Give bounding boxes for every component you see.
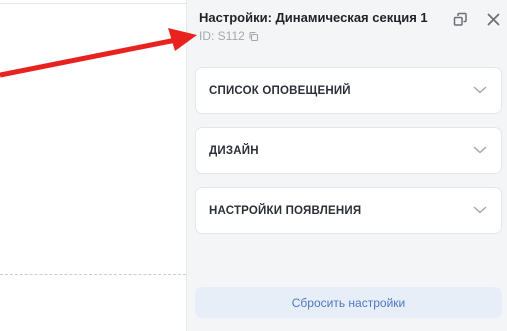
popout-icon xyxy=(453,12,467,26)
section-label: СПИСОК ОПОВЕЩЕНИЙ xyxy=(209,85,351,97)
section-appearance-settings[interactable]: НАСТРОЙКИ ПОЯВЛЕНИЯ xyxy=(195,187,502,234)
section-notification-list[interactable]: СПИСОК ОПОВЕЩЕНИЙ xyxy=(195,67,502,114)
settings-panel: Настройки: Динамическая секция 1 ID: S11… xyxy=(186,0,507,331)
canvas-dashed-guide xyxy=(0,274,186,275)
panel-header: Настройки: Динамическая секция 1 ID: S11… xyxy=(187,0,507,56)
section-label: НАСТРОЙКИ ПОЯВЛЕНИЯ xyxy=(209,205,362,217)
chevron-down-icon xyxy=(473,206,487,214)
copy-icon[interactable] xyxy=(248,31,259,42)
section-design[interactable]: ДИЗАЙН xyxy=(195,127,502,174)
chevron-down-icon xyxy=(473,146,487,154)
annotation-arrow xyxy=(0,28,197,78)
close-button[interactable] xyxy=(484,10,502,28)
close-icon xyxy=(487,13,499,25)
chevron-down-icon xyxy=(473,86,487,94)
popout-button[interactable] xyxy=(451,10,469,28)
panel-title: Настройки: Динамическая секция 1 xyxy=(199,10,428,25)
section-label: ДИЗАЙН xyxy=(209,145,259,157)
reset-settings-button[interactable]: Сбросить настройки xyxy=(195,287,502,318)
